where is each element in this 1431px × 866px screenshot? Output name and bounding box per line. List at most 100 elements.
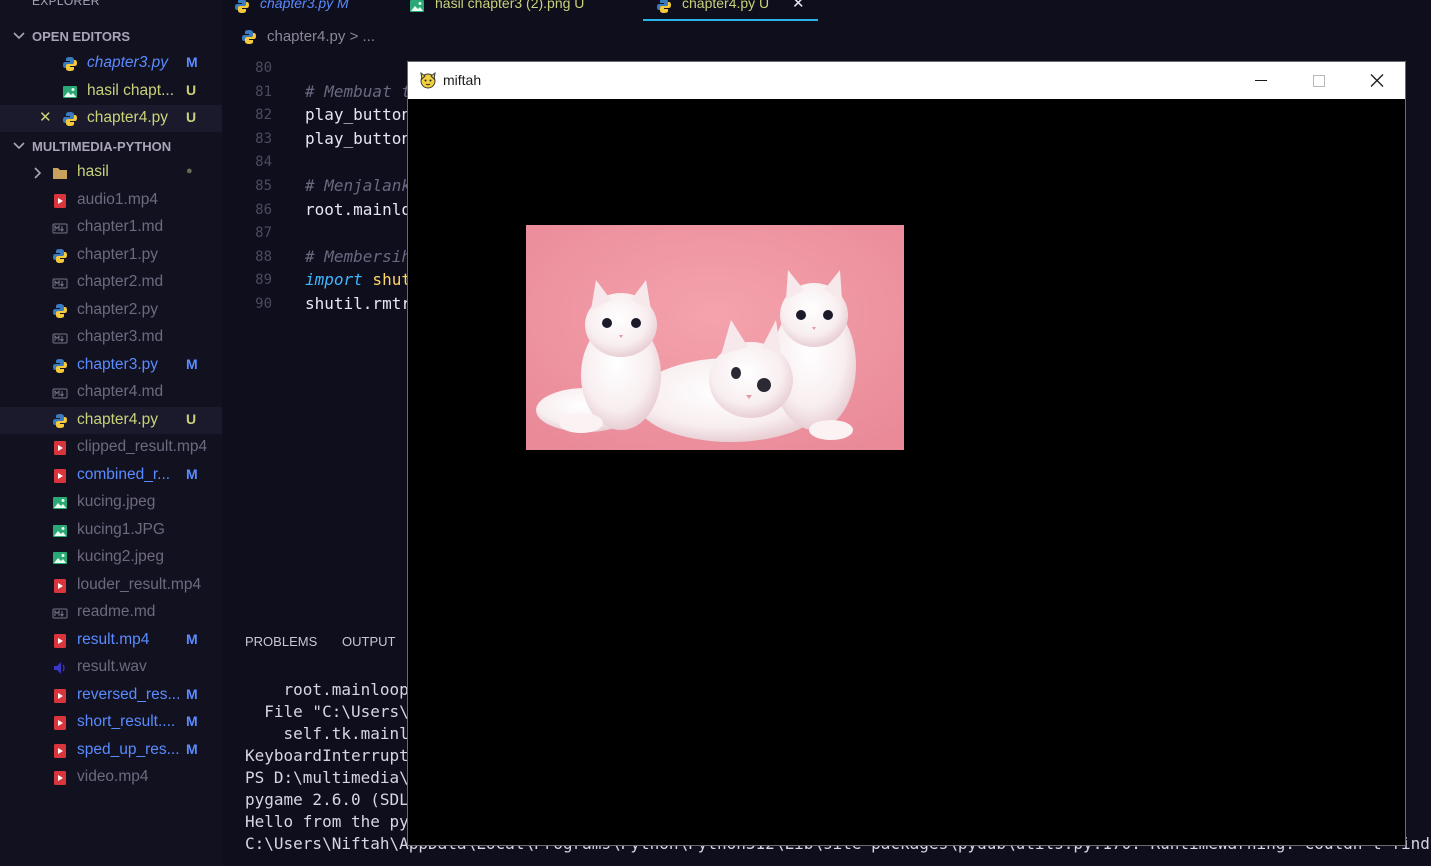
file-item[interactable]: chapter2.py — [0, 297, 222, 324]
file-item[interactable]: readme.md — [0, 599, 222, 626]
file-item[interactable]: kucing2.jpeg — [0, 544, 222, 571]
video-icon — [54, 688, 66, 703]
file-item[interactable]: chapter4.md — [0, 379, 222, 406]
code-line: shutil.rmtr — [305, 294, 408, 313]
image-icon — [53, 552, 67, 564]
git-status-badge: M — [186, 465, 198, 482]
file-item[interactable]: audio1.mp4 — [0, 187, 222, 214]
file-item[interactable]: chapter2.md — [0, 269, 222, 296]
python-icon — [53, 303, 67, 318]
code-line: import shut — [305, 270, 408, 290]
tab-label: chapter4.py U — [682, 0, 770, 11]
pygame-canvas[interactable] — [408, 99, 1405, 845]
active-tab-indicator — [643, 19, 818, 21]
file-item[interactable]: reversed_res... M — [0, 682, 222, 709]
markdown-icon — [52, 333, 68, 344]
tab-output[interactable]: OUTPUT — [342, 634, 395, 649]
video-icon — [54, 578, 66, 593]
image-icon — [53, 497, 67, 509]
line-number: 86 — [255, 201, 272, 218]
terminal-line: self.tk.mainlo — [245, 724, 419, 743]
open-editor-item[interactable]: ✕ chapter4.py U — [0, 105, 222, 132]
file-item[interactable]: chapter1.md — [0, 214, 222, 241]
file-item[interactable]: chapter4.py U — [0, 406, 222, 434]
git-status-badge: M — [186, 630, 198, 647]
line-number: 87 — [255, 225, 272, 242]
line-number: 85 — [255, 178, 272, 194]
window-titlebar[interactable]: miftah — [408, 62, 1405, 99]
file-item[interactable]: result.mp4 M — [0, 627, 222, 654]
file-label: result.wav — [77, 658, 147, 675]
video-icon — [54, 633, 66, 648]
markdown-icon — [52, 608, 68, 619]
tab-label: hasil chapter3 (2).png U — [435, 0, 585, 11]
file-item[interactable]: video.mp4 — [0, 764, 222, 791]
file-label: reversed_res... — [77, 685, 181, 703]
git-status-badge: M — [186, 713, 198, 729]
python-icon — [53, 248, 67, 263]
file-label: hasil — [77, 163, 109, 180]
editor-tabs: chapter3.py M hasil chapter3 (2).png U cha… — [222, 0, 1431, 22]
code-line: # Membuat t — [305, 81, 408, 101]
python-icon — [242, 30, 256, 44]
file-label: chapter4.md — [77, 383, 164, 400]
open-editor-item[interactable]: chapter3.py M — [0, 50, 222, 77]
close-icon[interactable]: ✕ — [792, 0, 805, 12]
file-label: chapter2.py — [77, 300, 158, 318]
file-item[interactable]: chapter3.md — [0, 324, 222, 351]
file-item[interactable]: chapter1.py — [0, 242, 222, 269]
file-item[interactable]: short_result.... M — [0, 709, 222, 736]
line-number: 80 — [255, 60, 272, 76]
explorer-more-button[interactable]: ··· — [182, 0, 198, 8]
folder-icon — [53, 168, 67, 179]
file-item[interactable]: kucing1.JPG — [0, 517, 222, 544]
maximize-button[interactable] — [1290, 62, 1348, 99]
code-line: root.mainlo — [305, 199, 408, 219]
close-icon[interactable]: ✕ — [39, 108, 52, 126]
video-icon — [54, 743, 66, 758]
file-item[interactable]: kucing.jpeg — [0, 489, 222, 516]
line-number: 89 — [255, 272, 272, 289]
close-window-button[interactable] — [1348, 62, 1406, 99]
file-item[interactable]: louder_result.mp4 — [0, 572, 222, 599]
code-editor[interactable]: 80 81 # Membuat t 82 play_button 83 play_butto… — [222, 50, 408, 630]
open-editor-item[interactable]: hasil chapt... U — [0, 78, 222, 105]
terminal-line: pygame 2.6.0 (SDL — [245, 790, 409, 809]
line-number: 84 — [255, 154, 272, 171]
audio-icon — [54, 662, 65, 674]
code-line: # Menjalank — [305, 176, 408, 195]
file-label: chapter2.md — [77, 273, 164, 290]
file-label: chapter3.py — [77, 355, 158, 373]
explorer-sidebar: EXPLORER ··· OPEN EDITORS chapter3.py Mha… — [0, 0, 222, 866]
line-number: 81 — [255, 83, 272, 100]
breadcrumb-file[interactable]: chapter4.py > ... — [267, 28, 375, 45]
markdown-icon — [52, 388, 68, 399]
file-item[interactable]: chapter3.py M — [0, 352, 222, 379]
tab-problems[interactable]: PROBLEMS — [245, 634, 317, 649]
folder-item[interactable]: hasil ● — [0, 159, 222, 186]
minimize-button[interactable] — [1232, 62, 1290, 99]
python-icon — [63, 112, 77, 126]
file-item[interactable]: clipped_result.mp4 — [0, 434, 222, 461]
git-status-badge: U — [186, 410, 197, 427]
python-icon — [657, 0, 671, 13]
git-status-badge: M — [186, 355, 198, 372]
image-icon — [410, 0, 424, 12]
python-icon — [53, 358, 67, 373]
file-label: chapter4.py — [77, 410, 158, 428]
git-status-badge: M — [186, 740, 198, 757]
video-icon — [54, 193, 66, 208]
project-header[interactable]: MULTIMEDIA-PYTHON — [0, 136, 222, 158]
git-status-badge: M — [186, 685, 198, 702]
line-number: 82 — [255, 107, 272, 124]
file-label: combined_r... — [77, 465, 171, 483]
image-icon — [63, 85, 77, 98]
open-editors-header[interactable]: OPEN EDITORS — [0, 26, 222, 48]
file-label: short_result.... — [77, 713, 176, 730]
file-label: clipped_result.mp4 — [77, 438, 208, 455]
file-label: sped_up_res... — [77, 740, 180, 758]
file-item[interactable]: combined_r... M — [0, 462, 222, 489]
file-item[interactable]: result.wav — [0, 654, 222, 681]
python-icon — [235, 0, 249, 13]
file-item[interactable]: sped_up_res... M — [0, 737, 222, 764]
